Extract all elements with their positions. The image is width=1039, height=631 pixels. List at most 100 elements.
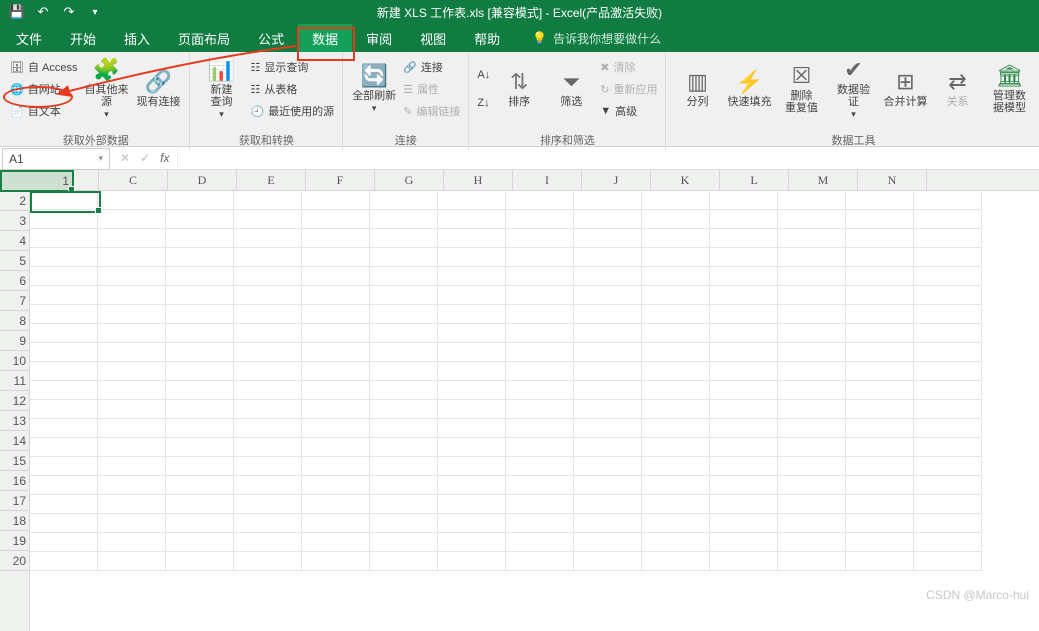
sort-za-button[interactable]: Z↓ [477, 93, 490, 113]
cell[interactable] [234, 514, 302, 533]
cell[interactable] [98, 419, 166, 438]
cell[interactable] [30, 305, 98, 324]
tab-review[interactable]: 审阅 [352, 24, 406, 52]
cell[interactable] [574, 533, 642, 552]
cell[interactable] [302, 514, 370, 533]
row-header[interactable]: 3 [0, 211, 29, 231]
show-queries-button[interactable]: ☷显示查询 [250, 57, 334, 77]
cell[interactable] [234, 400, 302, 419]
cell[interactable] [506, 229, 574, 248]
cell[interactable] [778, 552, 846, 571]
cell[interactable] [574, 495, 642, 514]
cell[interactable] [642, 533, 710, 552]
cell[interactable] [166, 495, 234, 514]
row-header[interactable]: 12 [0, 391, 29, 411]
cell[interactable] [234, 533, 302, 552]
existing-connections-button[interactable]: 🔗现有连接 [135, 56, 181, 122]
cell[interactable] [30, 267, 98, 286]
cell[interactable] [98, 381, 166, 400]
cell[interactable] [846, 457, 914, 476]
cell[interactable] [914, 343, 982, 362]
row-header[interactable]: 14 [0, 431, 29, 451]
cell[interactable] [166, 267, 234, 286]
cell[interactable] [30, 210, 98, 229]
cell[interactable] [846, 229, 914, 248]
cell[interactable] [30, 457, 98, 476]
cell[interactable] [914, 362, 982, 381]
cell[interactable] [438, 476, 506, 495]
row-header[interactable]: 5 [0, 251, 29, 271]
cell[interactable] [506, 514, 574, 533]
cell[interactable] [370, 381, 438, 400]
col-header[interactable]: N [858, 170, 927, 190]
cell[interactable] [234, 457, 302, 476]
cell[interactable] [710, 267, 778, 286]
cell[interactable] [574, 438, 642, 457]
cell[interactable] [98, 400, 166, 419]
undo-icon[interactable]: ↶ [32, 2, 54, 22]
formula-input[interactable] [177, 148, 1039, 168]
cell[interactable] [710, 514, 778, 533]
cell[interactable] [98, 495, 166, 514]
cell[interactable] [710, 191, 778, 210]
cell[interactable] [30, 495, 98, 514]
cell[interactable] [914, 533, 982, 552]
cell[interactable] [642, 267, 710, 286]
cell[interactable] [234, 267, 302, 286]
cell[interactable] [846, 438, 914, 457]
cell[interactable] [506, 457, 574, 476]
cell[interactable] [914, 514, 982, 533]
cell[interactable] [914, 229, 982, 248]
cell[interactable] [438, 495, 506, 514]
cell[interactable] [302, 400, 370, 419]
tab-formulas[interactable]: 公式 [244, 24, 298, 52]
row-header[interactable]: 11 [0, 371, 29, 391]
cell[interactable] [846, 552, 914, 571]
cell[interactable] [370, 419, 438, 438]
cell-grid[interactable] [30, 191, 1039, 631]
cell[interactable] [642, 362, 710, 381]
cell[interactable] [846, 248, 914, 267]
cell[interactable] [778, 305, 846, 324]
cell[interactable] [574, 400, 642, 419]
cell[interactable] [574, 229, 642, 248]
cell[interactable] [914, 381, 982, 400]
cell[interactable] [778, 514, 846, 533]
cell[interactable] [98, 533, 166, 552]
cell[interactable] [234, 191, 302, 210]
cell[interactable] [574, 343, 642, 362]
cell[interactable] [506, 476, 574, 495]
advanced-filter-button[interactable]: ▼高级 [600, 101, 657, 121]
cell[interactable] [370, 324, 438, 343]
col-header[interactable]: J [582, 170, 651, 190]
cell[interactable] [98, 343, 166, 362]
cell[interactable] [438, 229, 506, 248]
cell[interactable] [778, 533, 846, 552]
cell[interactable] [166, 381, 234, 400]
cell[interactable] [30, 381, 98, 400]
cell[interactable] [302, 438, 370, 457]
cell[interactable] [778, 495, 846, 514]
cell[interactable] [166, 400, 234, 419]
row-header[interactable]: 15 [0, 451, 29, 471]
cell[interactable] [302, 267, 370, 286]
cell[interactable] [642, 400, 710, 419]
cell[interactable] [574, 552, 642, 571]
cell[interactable] [98, 362, 166, 381]
cell[interactable] [30, 286, 98, 305]
cell[interactable] [574, 305, 642, 324]
cell[interactable] [914, 191, 982, 210]
cell[interactable] [438, 438, 506, 457]
cell[interactable] [846, 495, 914, 514]
cell[interactable] [506, 552, 574, 571]
cell[interactable] [438, 191, 506, 210]
cell[interactable] [302, 552, 370, 571]
cell[interactable] [30, 400, 98, 419]
cell[interactable] [98, 476, 166, 495]
relationships-button[interactable]: ⇄关系 [934, 56, 980, 122]
cell[interactable] [370, 248, 438, 267]
cell[interactable] [234, 343, 302, 362]
from-other-sources-button[interactable]: 🧩自其他来源▾ [83, 56, 129, 122]
connections-button[interactable]: 🔗连接 [403, 57, 460, 77]
cell[interactable] [778, 343, 846, 362]
